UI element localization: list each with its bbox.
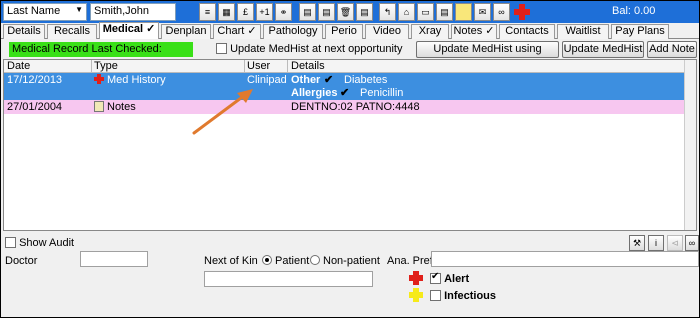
info-icon[interactable]: i	[648, 235, 664, 251]
show-audit-label: Show Audit	[19, 237, 75, 249]
tab-pathology[interactable]: Pathology	[263, 24, 323, 39]
table-header: Date Type User Details	[4, 60, 696, 73]
tab-notes[interactable]: Notes ✓	[451, 24, 497, 39]
non-patient-radio[interactable]: Non-patient	[310, 255, 380, 267]
document-icon[interactable]: ▤	[299, 3, 316, 21]
alert-toggle[interactable]: Alert	[430, 271, 470, 285]
vertical-scrollbar[interactable]	[684, 60, 696, 230]
glasses-icon[interactable]: ∞	[685, 235, 699, 251]
tools-icon[interactable]: ⚒	[629, 235, 645, 251]
glasses-icon[interactable]: ∞	[493, 3, 510, 21]
update-clinipad-button[interactable]: Update MedHist using Clinipad	[416, 41, 559, 70]
add-note-button[interactable]: Add Note	[647, 41, 697, 58]
check-icon: ✔	[340, 87, 350, 99]
non-patient-radio-dot[interactable]	[310, 255, 320, 265]
tab-details[interactable]: Details	[3, 24, 45, 39]
doc-check-icon[interactable]: ▤	[318, 3, 335, 21]
next-of-kin-field[interactable]	[204, 271, 373, 287]
update-next-label: Update MedHist at next opportunity	[230, 43, 403, 55]
update-next-opportunity[interactable]: Update MedHist at next opportunity	[216, 43, 403, 55]
col-type[interactable]: Type	[94, 60, 118, 73]
notes-icon	[94, 101, 104, 112]
tab-chart[interactable]: Chart ✓	[213, 24, 261, 39]
tab-video[interactable]: Video	[365, 24, 409, 39]
tab-pay-plans[interactable]: Pay Plans	[611, 24, 669, 39]
row-details: DENTNO:02 PATNO:4448	[291, 101, 420, 113]
alert-checkbox[interactable]	[430, 271, 441, 284]
tab-recalls[interactable]: Recalls	[47, 24, 97, 39]
alert-label: Alert	[444, 273, 470, 285]
home-icon[interactable]: ⌂	[398, 3, 415, 21]
ana-pref-field[interactable]	[431, 251, 699, 267]
detail-label: Other	[291, 74, 321, 86]
doctor-field[interactable]	[80, 251, 148, 267]
sticky-note-icon[interactable]	[455, 3, 472, 21]
last-checked-banner: Medical Record Last Checked: 17/12/2013	[9, 42, 193, 70]
tab-bar: Details Recalls Medical ✓ Denplan Chart …	[1, 22, 699, 39]
col-date[interactable]: Date	[7, 60, 30, 73]
infectious-checkbox[interactable]	[430, 290, 441, 301]
medical-cross-icon	[94, 74, 104, 84]
tab-medical[interactable]: Medical ✓	[99, 22, 159, 39]
detail-value: Diabetes	[344, 74, 388, 86]
search-field-value: Last Name	[7, 5, 61, 17]
medical-records-table: Date Type User Details 17/12/2013 Med Hi…	[3, 59, 697, 231]
detail-value: Penicillin	[360, 87, 404, 99]
row-type: Notes	[94, 100, 136, 114]
annotation-arrow-icon	[192, 89, 253, 135]
show-audit-checkbox[interactable]	[5, 237, 16, 248]
col-details[interactable]: Details	[291, 60, 325, 73]
back-icon[interactable]: ⊲	[667, 235, 683, 251]
update-next-checkbox[interactable]	[216, 43, 227, 54]
tab-xray[interactable]: Xray	[411, 24, 449, 39]
top-toolbar: Last Name ▼ Smith,John ≡ ▦ £ +1 ⚭ ▤ ▤ 🗑 …	[1, 1, 699, 23]
pound-icon[interactable]: £	[237, 3, 254, 21]
row-date: 17/12/2013	[7, 74, 63, 86]
check-icon: ✔	[324, 74, 334, 86]
list-icon[interactable]: ≡	[199, 3, 216, 21]
chevron-down-icon: ▼	[75, 5, 83, 14]
tab-contacts[interactable]: Contacts	[499, 24, 555, 39]
infectious-cross-icon	[409, 288, 423, 302]
calendar-icon[interactable]: ▦	[218, 3, 235, 21]
patient-radio-dot[interactable]	[262, 255, 272, 265]
clipboard-icon[interactable]: ▤	[356, 3, 373, 21]
eye-icon[interactable]: ⚭	[275, 3, 292, 21]
search-field-select[interactable]: Last Name ▼	[3, 3, 87, 21]
patient-radio[interactable]: Patient	[262, 255, 309, 267]
table-row[interactable]: 27/01/2004 Notes DENTNO:02 PATNO:4448	[4, 100, 696, 114]
col-user[interactable]: User	[247, 60, 270, 73]
next-of-kin-label: Next of Kin	[204, 255, 258, 267]
table-row[interactable]: 17/12/2013 Med History Clinipad Other ✔ …	[4, 73, 696, 100]
ana-pref-label: Ana. Pref	[387, 255, 433, 267]
trash-icon[interactable]: 🗑	[337, 3, 354, 21]
patient-name-input[interactable]: Smith,John	[90, 3, 176, 21]
row-type: Med History	[94, 73, 166, 87]
tab-denplan[interactable]: Denplan	[161, 24, 211, 39]
note-icon[interactable]: ▤	[436, 3, 453, 21]
detail-label: Allergies	[291, 87, 338, 99]
tab-waitlist[interactable]: Waitlist	[557, 24, 609, 39]
tab-perio[interactable]: Perio	[325, 24, 363, 39]
show-audit-toggle[interactable]: Show Audit	[5, 237, 74, 249]
chat-icon[interactable]: ✉	[474, 3, 491, 21]
hook-icon[interactable]: ↰	[379, 3, 396, 21]
alert-cross-icon	[409, 271, 423, 285]
infectious-toggle[interactable]: Infectious	[430, 290, 496, 302]
balance-label: Bal: 0.00	[612, 5, 656, 17]
id-card-icon[interactable]: ▭	[417, 3, 434, 21]
infectious-label: Infectious	[444, 290, 497, 302]
red-cross-icon[interactable]	[514, 4, 530, 20]
plus-one-icon[interactable]: +1	[256, 3, 273, 21]
medical-window: Last Name ▼ Smith,John ≡ ▦ £ +1 ⚭ ▤ ▤ 🗑 …	[0, 0, 700, 318]
row-date: 27/01/2004	[7, 101, 63, 113]
doctor-label: Doctor	[5, 255, 38, 267]
update-medhist-button[interactable]: Update MedHist	[562, 41, 644, 58]
